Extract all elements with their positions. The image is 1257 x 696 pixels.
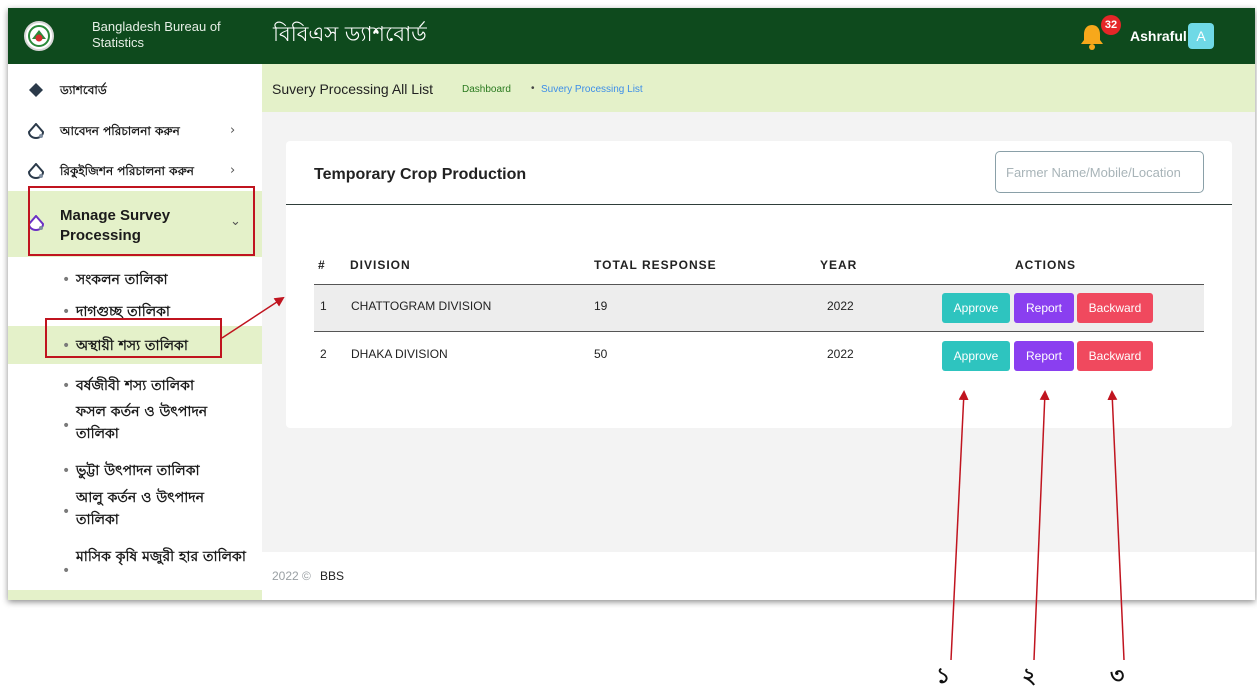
chevron-right-icon: › [230,163,236,178]
sidebar-subitem-label: ফসল কর্তন ও উৎপাদন তালিকা [76,404,208,442]
sidebar-item-label: ড্যাশবোর্ড [60,83,107,97]
row-year: 2022 [827,299,854,313]
bullet-icon: • [62,418,71,434]
annotation-number: ১ [936,664,951,689]
sidebar-subitem-label: বর্ষজীবী শস্য তালিকা [76,378,195,394]
sidebar-footer-band [8,590,262,600]
sidebar-subitem-crop-cutting-list[interactable]: • ফসল কর্তন ও উৎপাদন তালিকা [58,401,258,445]
notification-badge[interactable]: 32 [1101,15,1121,35]
sidebar-item-manage-applications[interactable]: আবেদন পরিচালনা করুন › [8,121,262,141]
username[interactable]: Ashraful [1130,27,1187,45]
card-title: Temporary Crop Production [314,166,527,183]
sidebar-item-dashboard[interactable]: ড্যাশবোর্ড [8,80,262,100]
sidebar-item-label: আবেদন পরিচালনা করুন [60,124,180,138]
org-name: Bangladesh Bureau of Statistics [92,19,221,50]
row-index: 2 [320,347,327,361]
drop-icon [27,162,45,179]
page-title: Suvery Processing All List [272,81,434,97]
annotation-highlight-box [45,318,222,358]
drop-icon [27,122,45,139]
row-total-response: 50 [594,347,608,361]
table-row: 1 CHATTOGRAM DIVISION 19 2022 Approve Re… [314,284,1204,332]
app-title: বিবিএস ড্যাশবোর্ড [273,22,427,46]
row-division: CHATTOGRAM DIVISION [351,299,492,313]
search-input[interactable] [995,151,1204,193]
table-row: 2 DHAKA DIVISION 50 2022 Approve Report … [314,333,1204,381]
approve-button[interactable]: Approve [942,341,1010,371]
footer-copyright: 2022 © [272,569,311,583]
column-header-year: YEAR [820,258,858,272]
backward-button[interactable]: Backward [1077,293,1153,323]
sidebar-subitem-potato-cutting-list[interactable]: • আলু কর্তন ও উৎপাদন তালিকা [58,487,258,531]
breadcrumb-separator: • [531,83,535,94]
sidebar-item-label: রিকুইজিশন পরিচালনা করুন [60,164,194,178]
annotation-number: ২ [1022,664,1037,689]
app-window: Bangladesh Bureau of Statistics বিবিএস ড… [8,8,1255,600]
sidebar-subitem-label: ভুট্টা উৎপাদন তালিকা [76,463,200,479]
column-header-division: DIVISION [350,258,411,272]
chevron-right-icon: › [230,123,236,138]
backward-button[interactable]: Backward [1077,341,1153,371]
row-year: 2022 [827,347,854,361]
report-button[interactable]: Report [1014,341,1074,371]
survey-card: Temporary Crop Production # DIVISION TOT… [286,141,1232,428]
sidebar-subitem-label: সংকলন তালিকা [76,272,168,288]
sidebar-subitem-label: আলু কর্তন ও উৎপাদন তালিকা [76,490,205,528]
sidebar-subitem-monthly-wage-list[interactable]: • মাসিক কৃষি মজুরী হার তালিকা [58,546,258,590]
divider [286,204,1232,205]
bbs-logo[interactable] [24,21,54,51]
footer: 2022 © BBS [262,552,1255,600]
row-index: 1 [320,299,327,313]
column-header-actions: ACTIONS [1015,258,1076,272]
top-bar: Bangladesh Bureau of Statistics বিবিএস ড… [8,8,1255,64]
bullet-icon: • [62,378,71,394]
bullet-icon: • [62,272,71,288]
breadcrumb: Suvery Processing All List Dashboard • S… [262,64,1255,112]
annotation-number: ৩ [1110,664,1125,689]
avatar[interactable]: A [1188,23,1214,49]
sidebar-subitem-label: মাসিক কৃষি মজুরী হার তালিকা [76,549,246,565]
bullet-icon: • [62,563,71,579]
column-header-index: # [318,258,326,272]
bullet-icon: • [62,463,71,479]
row-division: DHAKA DIVISION [351,347,448,361]
diamond-icon [28,82,44,98]
breadcrumb-current[interactable]: Suvery Processing List [541,84,643,96]
footer-org: BBS [320,569,345,583]
approve-button[interactable]: Approve [942,293,1010,323]
row-total-response: 19 [594,299,608,313]
breadcrumb-dashboard-link[interactable]: Dashboard [462,84,511,96]
report-button[interactable]: Report [1014,293,1074,323]
bullet-icon: • [62,504,71,520]
sidebar-item-manage-requisition[interactable]: রিকুইজিশন পরিচালনা করুন › [8,161,262,181]
annotation-highlight-box [28,186,255,256]
column-header-total-response: TOTAL RESPONSE [594,258,717,272]
